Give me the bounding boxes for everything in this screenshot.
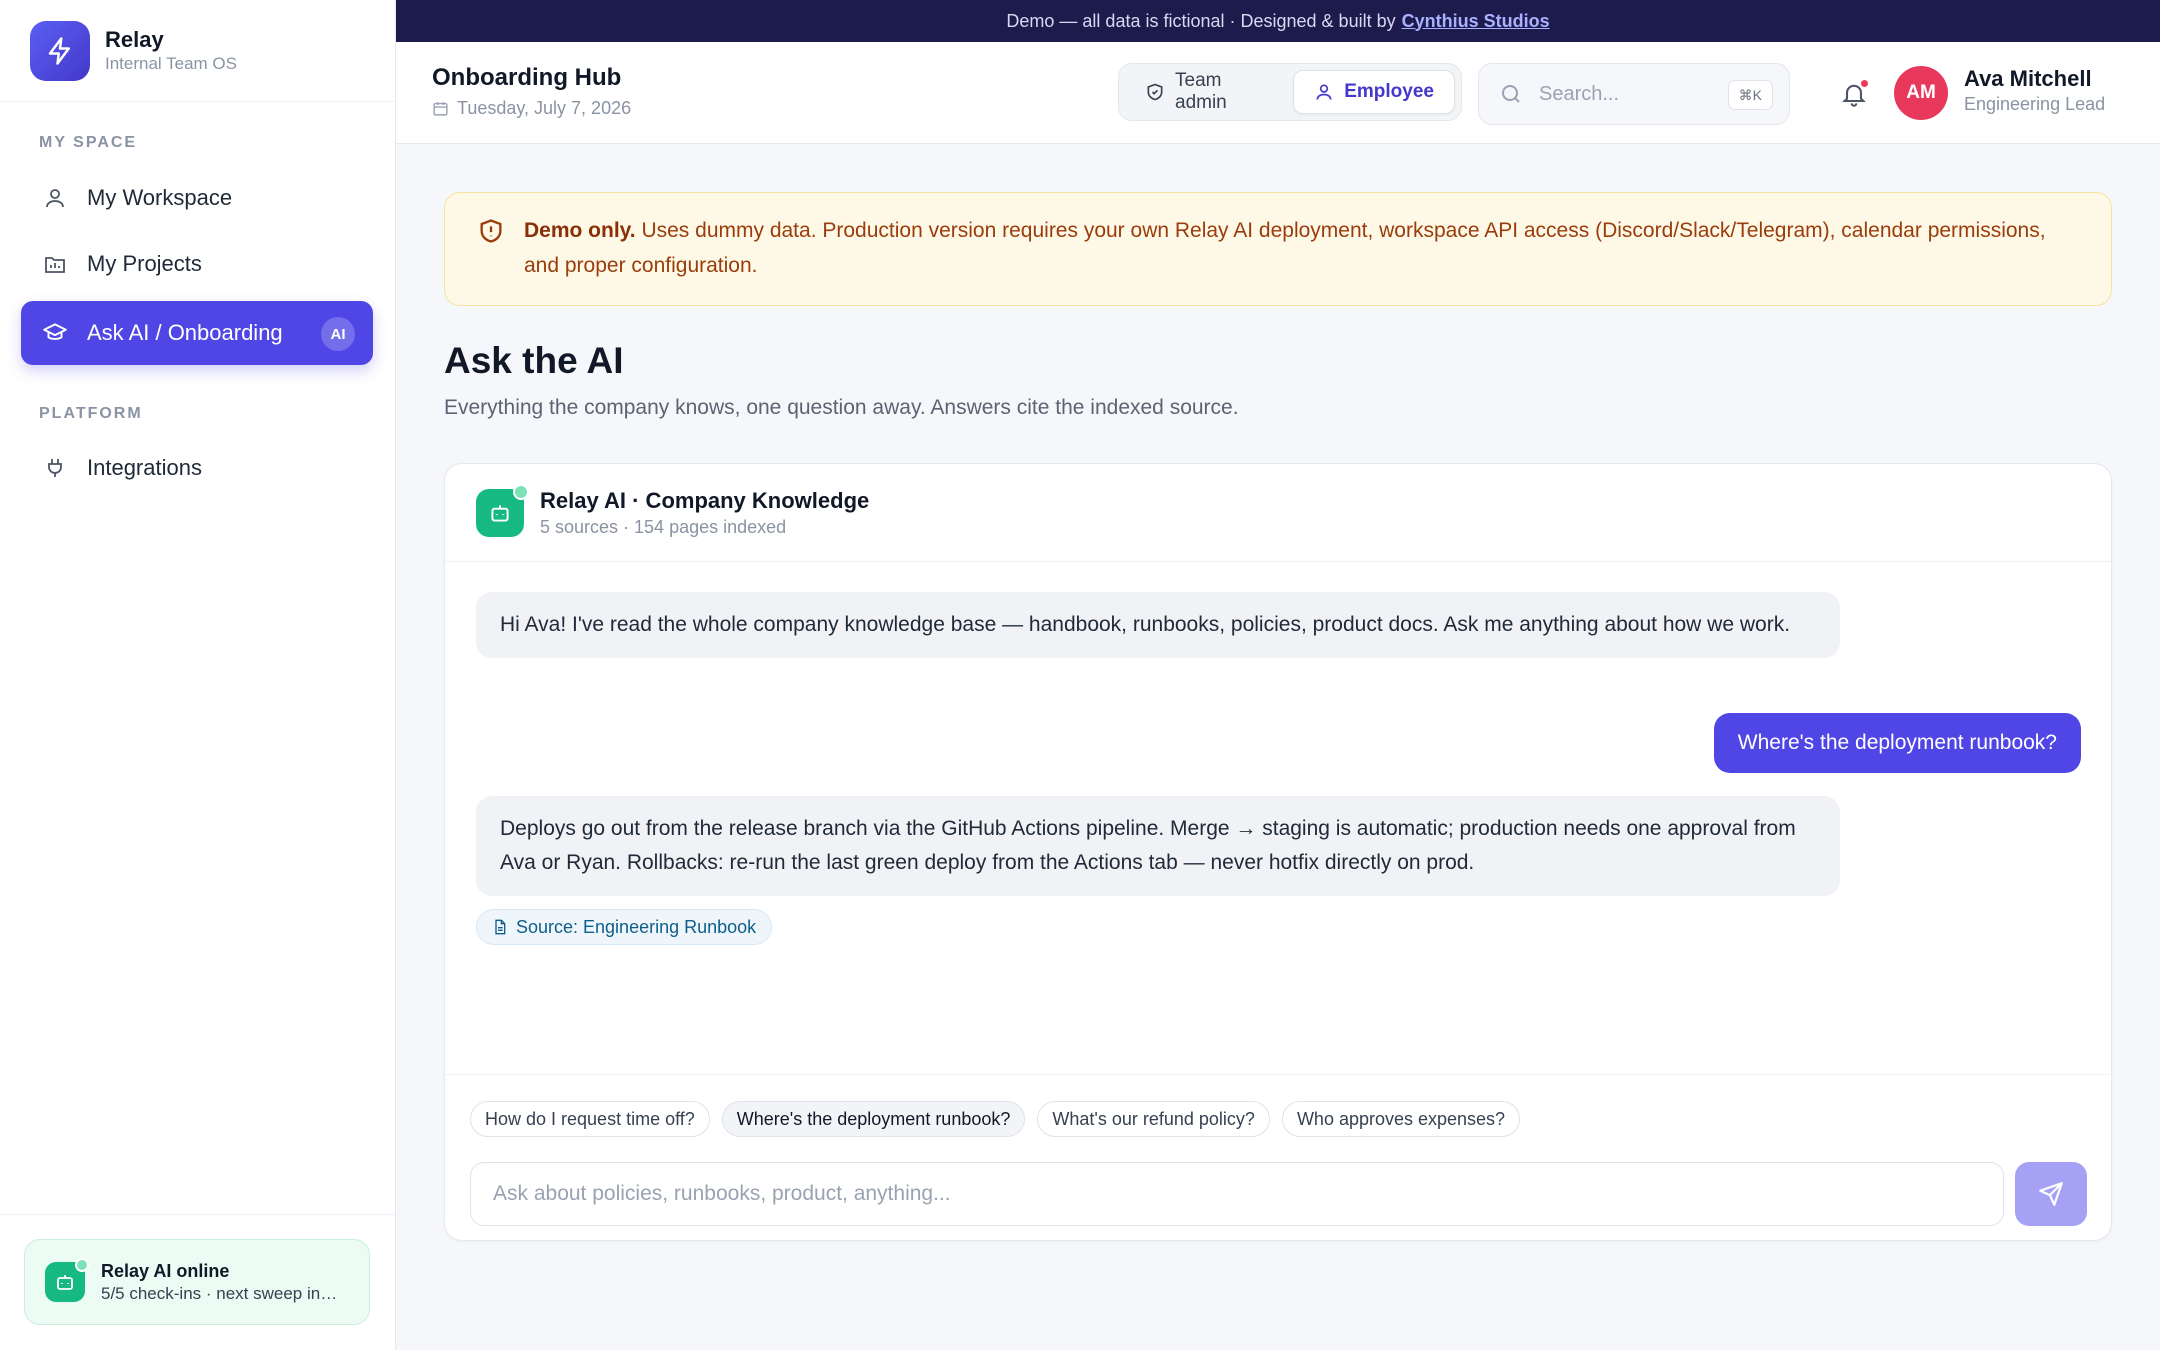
graduation-cap-icon	[41, 319, 69, 347]
online-indicator	[513, 483, 529, 500]
online-indicator	[75, 1258, 89, 1272]
demo-banner: Demo — all data is fictional · Designed …	[396, 0, 2160, 42]
ai-message: Hi Ava! I've read the whole company know…	[476, 592, 1840, 658]
section-subtitle: Everything the company knows, one questi…	[444, 396, 1239, 419]
date-text: Tuesday, July 7, 2026	[457, 98, 632, 118]
user-message: Where's the deployment runbook?	[1713, 713, 2081, 773]
sidebar-item-my-workspace[interactable]: My Workspace	[21, 166, 373, 230]
banner-text: Demo — all data is fictional · Designed …	[1006, 10, 1396, 31]
role-label: Employee	[1344, 81, 1434, 102]
header: Onboarding Hub Tuesday, July 7, 2026 Tea…	[396, 42, 2160, 144]
brand[interactable]: Relay Internal Team OS	[0, 0, 395, 102]
source-label: Source: Engineering Runbook	[516, 916, 757, 937]
bolt-icon	[30, 20, 90, 81]
notice-text: Uses dummy data. Production version requ…	[524, 219, 2046, 277]
suggestion-chip[interactable]: Where's the deployment runbook?	[721, 1101, 1026, 1137]
ai-status-card[interactable]: Relay AI online 5/5 check-ins · next swe…	[24, 1239, 370, 1325]
chat-header: Relay AI · Company Knowledge 5 sources ·…	[445, 464, 2111, 562]
send-icon	[2038, 1181, 2064, 1207]
app-subtitle: Internal Team OS	[105, 53, 237, 73]
sidebar-item-my-projects[interactable]: My Projects	[21, 232, 373, 296]
bot-icon	[45, 1258, 89, 1302]
app-name: Relay	[105, 26, 164, 52]
sidebar-item-ask-ai[interactable]: Ask AI / Onboarding AI	[21, 301, 373, 365]
chat-card: Relay AI · Company Knowledge 5 sources ·…	[444, 463, 2112, 1241]
document-icon	[492, 919, 508, 935]
sidebar-item-integrations[interactable]: Integrations	[21, 436, 373, 500]
ai-status-subtitle: 5/5 check-ins · next sweep in 4h	[101, 1284, 341, 1303]
role-switch: Team admin Employee	[1118, 63, 1462, 121]
suggestion-chip[interactable]: Who approves expenses?	[1281, 1101, 1521, 1137]
search-shortcut: ⌘K	[1727, 80, 1773, 110]
chat-input[interactable]	[470, 1162, 2004, 1226]
notifications-button[interactable]	[1836, 76, 1872, 112]
send-button[interactable]	[2015, 1162, 2087, 1226]
suggestion-list: How do I request time off? Where's the d…	[470, 1101, 1521, 1137]
avatar[interactable]: AM	[1894, 66, 1948, 120]
role-employee-button[interactable]: Employee	[1293, 70, 1455, 114]
sidebar-item-label: Integrations	[87, 455, 202, 480]
role-label: Team admin	[1175, 70, 1227, 113]
search-box: ⌘K	[1478, 63, 1790, 125]
bot-icon	[476, 483, 529, 537]
chat-meta: 5 sources · 154 pages indexed	[540, 516, 787, 537]
shield-alert-icon	[477, 217, 505, 245]
page-title: Onboarding Hub	[432, 64, 622, 91]
sidebar-item-label: Ask AI / Onboarding	[87, 320, 283, 345]
calendar-icon	[432, 100, 449, 117]
studio-link[interactable]: Cynthius Studios	[1402, 11, 1550, 32]
demo-notice: Demo only. Uses dummy data. Production v…	[444, 192, 2112, 306]
suggestion-chip[interactable]: How do I request time off?	[470, 1101, 710, 1137]
sidebar-item-label: My Projects	[87, 251, 202, 276]
search-icon	[1499, 82, 1523, 106]
page-date: Tuesday, July 7, 2026	[432, 98, 631, 119]
composer: How do I request time off? Where's the d…	[445, 1074, 2111, 1240]
section-title: Ask the AI	[444, 340, 624, 381]
ai-message: Deploys go out from the release branch v…	[476, 796, 1840, 896]
ai-badge: AI	[321, 317, 355, 351]
user-role: Engineering Lead	[1964, 94, 2106, 114]
sidebar-item-label: My Workspace	[87, 185, 233, 210]
search-input[interactable]	[1539, 82, 1719, 106]
ai-status-title: Relay AI online	[101, 1261, 230, 1281]
source-citation[interactable]: Source: Engineering Runbook	[476, 909, 773, 945]
sidebar-footer: Relay AI online 5/5 check-ins · next swe…	[0, 1214, 395, 1350]
section-label-platform: PLATFORM	[39, 405, 143, 422]
user-icon	[1314, 82, 1334, 102]
user-icon	[41, 184, 69, 212]
role-team-admin-button[interactable]: Team admin	[1125, 70, 1293, 114]
notice-bold: Demo only.	[524, 219, 636, 242]
shield-check-icon	[1145, 82, 1165, 102]
folder-icon	[41, 250, 69, 278]
section-label-my-space: MY SPACE	[39, 134, 138, 151]
chat-title: Relay AI · Company Knowledge	[540, 487, 870, 513]
notification-dot	[1859, 78, 1870, 89]
suggestion-chip[interactable]: What's our refund policy?	[1037, 1101, 1270, 1137]
plug-icon	[41, 454, 69, 482]
user-name: Ava Mitchell	[1964, 66, 2092, 91]
sidebar: Relay Internal Team OS MY SPACE My Works…	[0, 0, 396, 1350]
